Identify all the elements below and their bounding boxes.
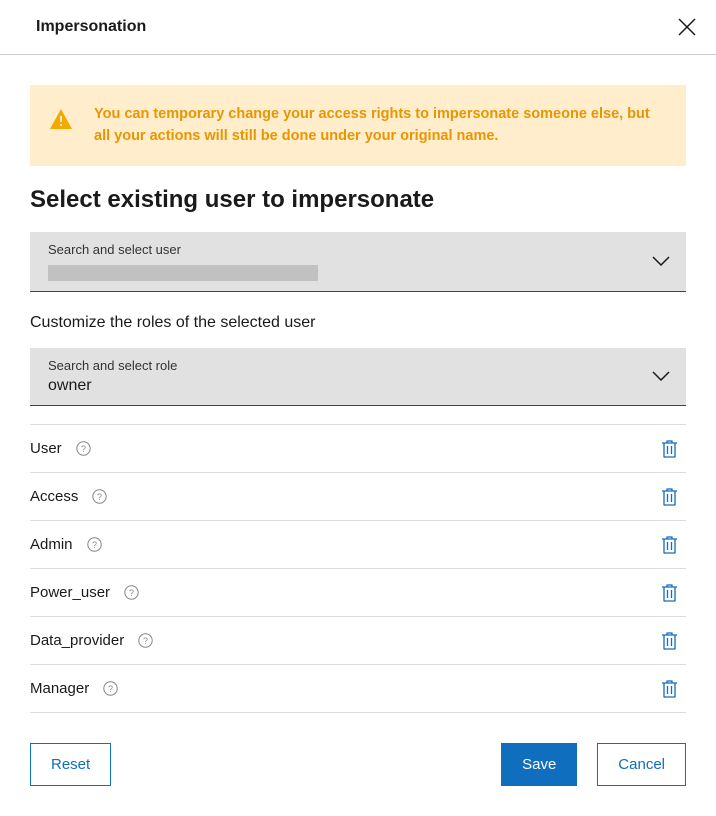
role-row: Access? <box>30 473 686 521</box>
help-icon[interactable]: ? <box>138 633 153 648</box>
svg-text:?: ? <box>97 492 102 502</box>
delete-button[interactable] <box>661 679 678 698</box>
role-name: Admin <box>30 536 73 553</box>
role-row: Admin? <box>30 521 686 569</box>
role-row: Data_provider? <box>30 617 686 665</box>
customize-heading: Customize the roles of the selected user <box>30 314 686 332</box>
role-row-left: Power_user? <box>30 584 139 601</box>
role-select-value: owner <box>48 377 177 395</box>
role-row-left: Manager? <box>30 680 118 697</box>
close-button[interactable] <box>678 18 696 36</box>
warning-icon <box>50 109 72 132</box>
role-row-left: User? <box>30 440 91 457</box>
warning-alert: You can temporary change your access rig… <box>30 85 686 166</box>
svg-text:?: ? <box>143 636 148 646</box>
svg-text:?: ? <box>81 444 86 454</box>
dialog-header: Impersonation <box>0 0 716 55</box>
dialog-title: Impersonation <box>36 18 146 36</box>
delete-button[interactable] <box>661 535 678 554</box>
dialog-content: You can temporary change your access rig… <box>0 55 716 816</box>
close-icon <box>678 18 696 36</box>
role-row: Manager? <box>30 665 686 713</box>
help-icon[interactable]: ? <box>92 489 107 504</box>
role-name: User <box>30 440 62 457</box>
select-user-heading: Select existing user to impersonate <box>30 186 686 214</box>
help-icon[interactable]: ? <box>87 537 102 552</box>
warning-text: You can temporary change your access rig… <box>94 103 666 148</box>
dialog-footer: Reset Save Cancel <box>30 743 686 796</box>
user-select-label: Search and select user <box>48 242 318 257</box>
chevron-down-icon <box>652 368 670 384</box>
svg-text:?: ? <box>92 540 97 550</box>
role-select[interactable]: Search and select role owner <box>30 348 686 406</box>
chevron-down-icon <box>652 253 670 269</box>
role-row-left: Admin? <box>30 536 102 553</box>
cancel-button[interactable]: Cancel <box>597 743 686 786</box>
delete-button[interactable] <box>661 487 678 506</box>
role-row-left: Data_provider? <box>30 632 153 649</box>
user-select-placeholder <box>48 265 318 281</box>
role-name: Power_user <box>30 584 110 601</box>
svg-text:?: ? <box>108 684 113 694</box>
role-name: Access <box>30 488 78 505</box>
delete-button[interactable] <box>661 583 678 602</box>
help-icon[interactable]: ? <box>124 585 139 600</box>
user-select[interactable]: Search and select user <box>30 232 686 292</box>
role-row: Power_user? <box>30 569 686 617</box>
delete-button[interactable] <box>661 631 678 650</box>
role-row-left: Access? <box>30 488 107 505</box>
save-button[interactable]: Save <box>501 743 577 786</box>
help-icon[interactable]: ? <box>76 441 91 456</box>
role-name: Data_provider <box>30 632 124 649</box>
delete-button[interactable] <box>661 439 678 458</box>
role-row: User? <box>30 425 686 473</box>
reset-button[interactable]: Reset <box>30 743 111 786</box>
svg-text:?: ? <box>129 588 134 598</box>
role-select-label: Search and select role <box>48 358 177 373</box>
help-icon[interactable]: ? <box>103 681 118 696</box>
role-list: User?Access?Admin?Power_user?Data_provid… <box>30 424 686 713</box>
role-name: Manager <box>30 680 89 697</box>
